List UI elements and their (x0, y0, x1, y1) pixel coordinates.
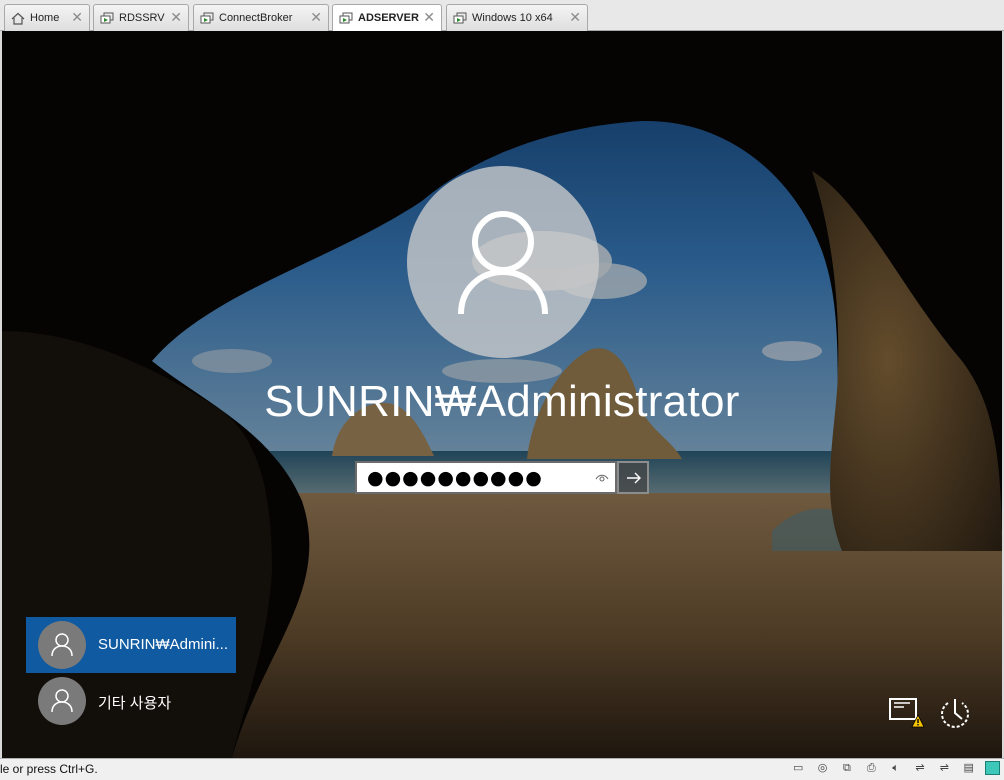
network-icon[interactable]: ⧉ (839, 761, 855, 776)
submit-button[interactable] (617, 461, 649, 494)
tab-home[interactable]: Home ✕ (4, 4, 90, 31)
vm-icon (200, 12, 214, 24)
usb-icon[interactable]: ⇌ (912, 761, 928, 776)
tab-label: ADSERVER (358, 12, 419, 24)
eye-icon[interactable] (595, 472, 609, 484)
user-icon (458, 211, 548, 315)
message-icon[interactable] (985, 761, 1000, 775)
status-hint: le or press Ctrl+G. (0, 762, 98, 776)
user-tile-administrator[interactable]: SUNRIN₩Admini... (26, 617, 236, 673)
network-warning-icon[interactable] (888, 697, 924, 729)
ease-of-access-power-icon[interactable] (938, 696, 972, 730)
user-icon (51, 689, 73, 713)
close-icon[interactable]: ✕ (170, 9, 182, 25)
usb-icon[interactable]: ⇌ (936, 761, 952, 776)
vm-icon (453, 12, 467, 24)
sound-icon[interactable]: 🔈︎ (888, 761, 904, 776)
arrow-right-icon (627, 472, 641, 484)
password-value: ●●●●●●●●●● (367, 467, 543, 489)
user-tile-label: SUNRIN₩Admini... (98, 636, 229, 653)
tab-label: RDSSRV (119, 12, 165, 24)
tab-windows-10-x64[interactable]: Windows 10 x64 ✕ (446, 4, 588, 31)
user-avatar-large (407, 166, 599, 358)
close-icon[interactable]: ✕ (569, 9, 581, 25)
home-icon (11, 12, 25, 25)
tab-rdssrv[interactable]: RDSSRV ✕ (93, 4, 189, 31)
login-username: SUNRIN₩Administrator (264, 377, 740, 426)
vm-tab-bar: Home ✕ RDSSRV ✕ ConnectBroker ✕ ADSERVER… (0, 0, 1004, 32)
close-icon[interactable]: ✕ (71, 9, 83, 25)
avatar (38, 677, 86, 725)
status-bar: le or press Ctrl+G. ▭ ◎ ⧉ ⎙ 🔈︎ ⇌ ⇌ ▤ (0, 758, 1004, 780)
user-tile-label: 기타 사용자 (98, 695, 172, 712)
password-field[interactable]: ●●●●●●●●●● (355, 461, 617, 494)
avatar (38, 621, 86, 669)
vm-screen[interactable]: SUNRIN₩Administrator ●●●●●●●●●● SUNRIN₩A… (2, 31, 1002, 758)
vm-icon (339, 12, 353, 24)
tab-label: Home (30, 12, 60, 24)
device-icons: ▭ ◎ ⧉ ⎙ 🔈︎ ⇌ ⇌ ▤ (785, 761, 1000, 778)
printer-icon[interactable]: ⎙ (863, 761, 879, 776)
close-icon[interactable]: ✕ (310, 9, 322, 25)
close-icon[interactable]: ✕ (423, 9, 435, 25)
user-icon (51, 633, 73, 657)
tab-label: Windows 10 x64 (472, 12, 553, 24)
display-icon[interactable]: ▤ (961, 761, 977, 776)
hdd-icon[interactable]: ▭ (790, 761, 806, 776)
tab-connectbroker[interactable]: ConnectBroker ✕ (193, 4, 329, 31)
cd-icon[interactable]: ◎ (815, 761, 831, 776)
vm-icon (100, 12, 114, 24)
user-tile-other-user[interactable]: 기타 사용자 (26, 673, 236, 729)
tab-label: ConnectBroker (219, 12, 293, 24)
tab-adserver[interactable]: ADSERVER ✕ (332, 4, 442, 32)
